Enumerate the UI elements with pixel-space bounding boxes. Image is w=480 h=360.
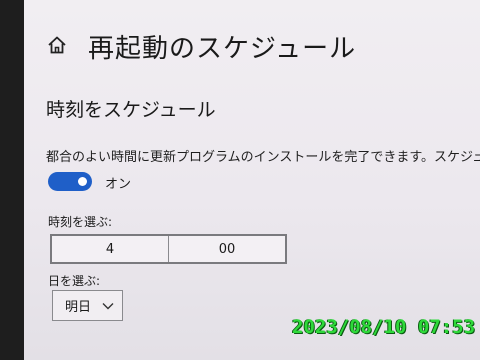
toggle-label: オン xyxy=(105,177,132,192)
schedule-toggle[interactable] xyxy=(48,172,92,191)
home-icon[interactable] xyxy=(46,34,68,56)
toggle-knob xyxy=(78,177,87,186)
time-picker[interactable]: 4 00 xyxy=(50,234,287,264)
photo-background: 再起動のスケジュール 時刻をスケジュール 都合のよい時間に更新プログラムのインス… xyxy=(0,0,480,360)
time-picker-label: 時刻を選ぶ: xyxy=(48,215,113,229)
section-title: 時刻をスケジュール xyxy=(46,99,216,121)
schedule-description: 都合のよい時間に更新プログラムのインストールを完了できます。スケジュール xyxy=(46,150,480,165)
minute-field[interactable]: 00 xyxy=(168,236,285,262)
date-dropdown-value: 明日 xyxy=(65,300,92,315)
date-picker-label: 日を選ぶ: xyxy=(48,274,101,288)
page-title: 再起動のスケジュール xyxy=(88,34,357,64)
date-dropdown[interactable]: 明日 xyxy=(52,290,123,321)
settings-window: 再起動のスケジュール 時刻をスケジュール 都合のよい時間に更新プログラムのインス… xyxy=(24,0,480,360)
camera-date-stamp: 2023/08/10 07:53 xyxy=(292,316,476,338)
hour-field[interactable]: 4 xyxy=(52,236,168,262)
chevron-down-icon xyxy=(102,303,114,310)
